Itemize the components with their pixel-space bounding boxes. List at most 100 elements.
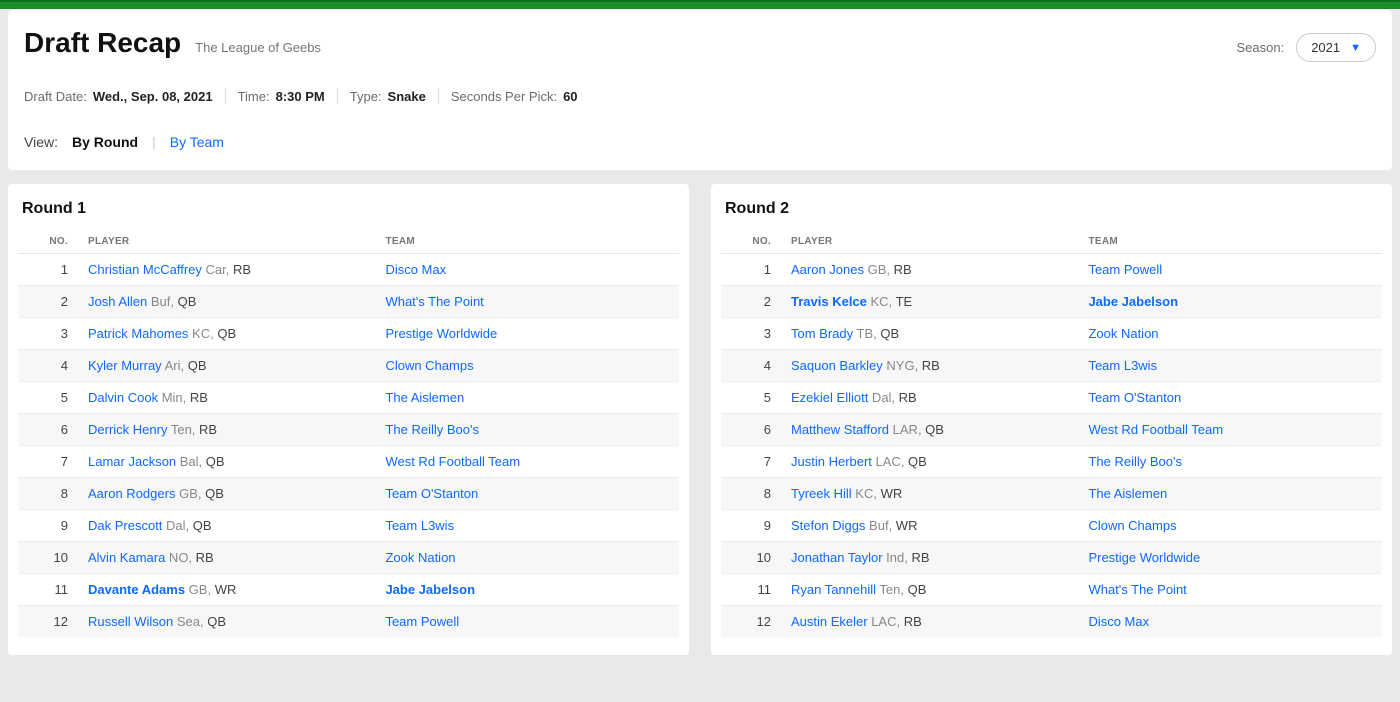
player-link[interactable]: Derrick Henry [88,422,167,437]
table-row: 3Patrick Mahomes KC, QBPrestige Worldwid… [18,318,679,350]
col-team: TEAM [1078,228,1382,254]
pick-team-cell: Disco Max [1078,606,1382,638]
fantasy-team-link[interactable]: The Reilly Boo's [385,422,479,437]
player-link[interactable]: Austin Ekeler [791,614,868,629]
fantasy-team-link[interactable]: Jabe Jabelson [1088,294,1178,309]
player-link[interactable]: Lamar Jackson [88,454,176,469]
player-link[interactable]: Davante Adams [88,582,185,597]
pick-team-cell: The Aislemen [375,382,679,414]
season-label: Season: [1236,40,1284,55]
table-row: 8Aaron Rodgers GB, QBTeam O'Stanton [18,478,679,510]
player-link[interactable]: Travis Kelce [791,294,867,309]
player-link[interactable]: Tom Brady [791,326,853,341]
table-row: 10Alvin Kamara NO, RBZook Nation [18,542,679,574]
player-nfl-team: LAC, [872,454,908,469]
player-position: RB [899,390,917,405]
pick-player-cell: Josh Allen Buf, QB [78,286,375,318]
table-row: 10Jonathan Taylor Ind, RBPrestige Worldw… [721,542,1382,574]
pick-team-cell: Jabe Jabelson [1078,286,1382,318]
player-link[interactable]: Aaron Rodgers [88,486,175,501]
pick-team-cell: What's The Point [375,286,679,318]
pick-number: 1 [721,254,781,286]
pick-player-cell: Tyreek Hill KC, WR [781,478,1078,510]
fantasy-team-link[interactable]: West Rd Football Team [385,454,520,469]
pick-number: 2 [18,286,78,318]
pick-team-cell: Team O'Stanton [375,478,679,510]
fantasy-team-link[interactable]: Zook Nation [385,550,455,565]
fantasy-team-link[interactable]: Team L3wis [385,518,454,533]
view-by-team[interactable]: By Team [170,134,224,150]
fantasy-team-link[interactable]: Team L3wis [1088,358,1157,373]
player-link[interactable]: Matthew Stafford [791,422,889,437]
view-divider: | [152,134,156,150]
draft-spp-value: 60 [563,89,577,104]
player-link[interactable]: Jonathan Taylor [791,550,883,565]
fantasy-team-link[interactable]: Team O'Stanton [385,486,478,501]
fantasy-team-link[interactable]: Team Powell [1088,262,1162,277]
player-link[interactable]: Ryan Tannehill [791,582,876,597]
fantasy-team-link[interactable]: The Aislemen [385,390,464,405]
pick-number: 5 [721,382,781,414]
season-dropdown[interactable]: 2021 ▼ [1296,33,1376,62]
picks-table: NO.PLAYERTEAM1Aaron Jones GB, RBTeam Pow… [721,228,1382,637]
fantasy-team-link[interactable]: Prestige Worldwide [385,326,497,341]
player-link[interactable]: Patrick Mahomes [88,326,188,341]
view-by-round[interactable]: By Round [72,134,138,150]
player-position: RB [904,614,922,629]
draft-type-value: Snake [388,89,426,104]
player-nfl-team: Ten, [167,422,199,437]
player-position: QB [908,582,927,597]
pick-player-cell: Ezekiel Elliott Dal, RB [781,382,1078,414]
fantasy-team-link[interactable]: Zook Nation [1088,326,1158,341]
player-link[interactable]: Justin Herbert [791,454,872,469]
player-link[interactable]: Ezekiel Elliott [791,390,868,405]
pick-player-cell: Aaron Rodgers GB, QB [78,478,375,510]
pick-number: 4 [721,350,781,382]
fantasy-team-link[interactable]: Disco Max [385,262,446,277]
player-link[interactable]: Josh Allen [88,294,147,309]
fantasy-team-link[interactable]: The Reilly Boo's [1088,454,1182,469]
player-link[interactable]: Stefon Diggs [791,518,865,533]
draft-type-label: Type: [350,89,382,104]
fantasy-team-link[interactable]: Disco Max [1088,614,1149,629]
pick-team-cell: Team O'Stanton [1078,382,1382,414]
pick-player-cell: Austin Ekeler LAC, RB [781,606,1078,638]
fantasy-team-link[interactable]: Clown Champs [1088,518,1176,533]
pick-number: 12 [721,606,781,638]
player-link[interactable]: Dalvin Cook [88,390,158,405]
pick-player-cell: Davante Adams GB, WR [78,574,375,606]
pick-number: 8 [721,478,781,510]
fantasy-team-link[interactable]: Clown Champs [385,358,473,373]
player-link[interactable]: Alvin Kamara [88,550,165,565]
pick-number: 12 [18,606,78,638]
col-team: TEAM [375,228,679,254]
draft-date-value: Wed., Sep. 08, 2021 [93,89,213,104]
fantasy-team-link[interactable]: Jabe Jabelson [385,582,475,597]
pick-team-cell: Prestige Worldwide [1078,542,1382,574]
pick-player-cell: Derrick Henry Ten, RB [78,414,375,446]
table-row: 5Dalvin Cook Min, RBThe Aislemen [18,382,679,414]
player-link[interactable]: Kyler Murray [88,358,162,373]
player-nfl-team: KC, [188,326,217,341]
draft-date-label: Draft Date: [24,89,87,104]
fantasy-team-link[interactable]: Prestige Worldwide [1088,550,1200,565]
fantasy-team-link[interactable]: Team Powell [385,614,459,629]
draft-time-label: Time: [238,89,270,104]
fantasy-team-link[interactable]: What's The Point [1088,582,1186,597]
fantasy-team-link[interactable]: The Aislemen [1088,486,1167,501]
fantasy-team-link[interactable]: What's The Point [385,294,483,309]
player-position: QB [217,326,236,341]
player-link[interactable]: Tyreek Hill [791,486,852,501]
player-position: RB [911,550,929,565]
player-nfl-team: Dal, [868,390,898,405]
player-link[interactable]: Aaron Jones [791,262,864,277]
pick-team-cell: Clown Champs [375,350,679,382]
player-link[interactable]: Saquon Barkley [791,358,883,373]
fantasy-team-link[interactable]: Team O'Stanton [1088,390,1181,405]
player-link[interactable]: Christian McCaffrey [88,262,202,277]
player-nfl-team: Ari, [162,358,188,373]
player-link[interactable]: Dak Prescott [88,518,162,533]
player-link[interactable]: Russell Wilson [88,614,173,629]
player-position: TE [896,294,913,309]
fantasy-team-link[interactable]: West Rd Football Team [1088,422,1223,437]
